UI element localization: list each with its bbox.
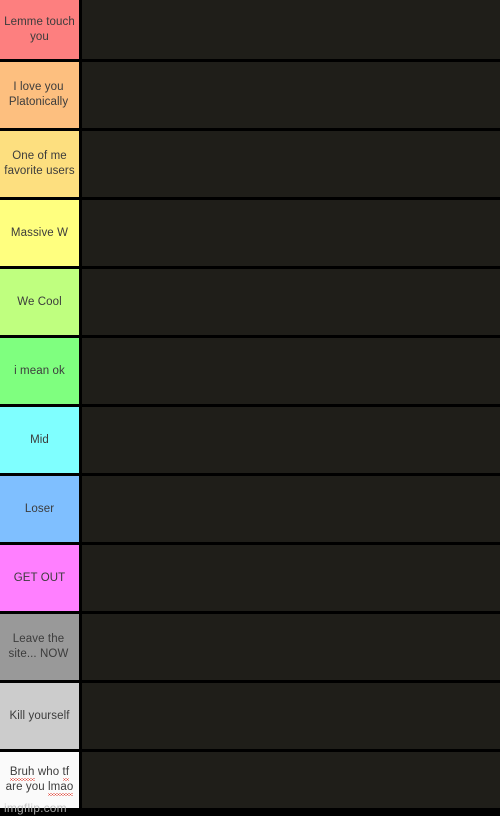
misspelled-word: tf — [62, 766, 70, 781]
tier-label-text: Kill yourself — [9, 709, 69, 724]
tier-row: Lemme touch you — [0, 0, 500, 62]
tier-row: Kill yourself — [0, 683, 500, 752]
tier-label-1[interactable]: Lemme touch you — [0, 0, 82, 59]
tier-drop-zone-7[interactable] — [82, 407, 500, 473]
tier-row: Leave the site... NOW — [0, 614, 500, 683]
tier-label-line: are you lmao — [5, 781, 74, 796]
tier-label-text: Bruh who tf are you lmao — [5, 765, 74, 796]
tier-label-text: I love you Platonically — [9, 80, 68, 110]
tier-row: Massive W — [0, 200, 500, 269]
tier-label-text: Loser — [25, 502, 54, 517]
tier-label-7[interactable]: Mid — [0, 407, 82, 473]
tier-label-text: Leave the site... NOW — [9, 632, 69, 662]
tier-list: Lemme touch you I love you Platonically One … — [0, 0, 500, 816]
misspelled-word: lmao — [48, 781, 74, 796]
tier-drop-zone-5[interactable] — [82, 269, 500, 335]
tier-drop-zone-1[interactable] — [82, 0, 500, 59]
tier-drop-zone-3[interactable] — [82, 131, 500, 197]
misspelled-word: Bruh — [9, 766, 35, 781]
tier-row: We Cool — [0, 269, 500, 338]
tier-label-line: Bruh who tf — [9, 766, 70, 781]
tier-label-line: One of me — [12, 150, 67, 162]
tier-label-line: you — [30, 30, 49, 43]
tier-label-2[interactable]: I love you Platonically — [0, 62, 82, 128]
tier-label-text: One of me favorite users — [4, 149, 74, 179]
tier-label-3[interactable]: One of me favorite users — [0, 131, 82, 197]
tier-row: GET OUT — [0, 545, 500, 614]
tier-label-text: Massive W — [11, 226, 68, 241]
tier-label-line: site... NOW — [8, 648, 69, 660]
tier-row: i mean ok — [0, 338, 500, 407]
tier-label-11[interactable]: Kill yourself — [0, 683, 82, 749]
tier-label-text: We Cool — [17, 295, 62, 310]
tier-label-text: Lemme touch you — [4, 15, 75, 45]
tier-drop-zone-2[interactable] — [82, 62, 500, 128]
tier-drop-zone-9[interactable] — [82, 545, 500, 611]
tier-label-10[interactable]: Leave the site... NOW — [0, 614, 82, 680]
tier-drop-zone-4[interactable] — [82, 200, 500, 266]
tier-label-line: Massive W — [10, 226, 69, 239]
tier-label-line: favorite users — [4, 165, 75, 177]
tier-drop-zone-10[interactable] — [82, 614, 500, 680]
tier-row: I love you Platonically — [0, 62, 500, 131]
tier-label-6[interactable]: i mean ok — [0, 338, 82, 404]
tier-row: One of me favorite users — [0, 131, 500, 200]
tier-row: Loser — [0, 476, 500, 545]
tier-label-text: i mean ok — [14, 364, 65, 379]
tier-label-line: Platonically — [8, 96, 69, 108]
tier-row: Bruh who tf are you lmao — [0, 752, 500, 811]
tier-drop-zone-6[interactable] — [82, 338, 500, 404]
tier-label-line: I love you — [13, 81, 64, 93]
tier-label-line: Mid — [30, 433, 49, 446]
tier-drop-zone-12[interactable] — [82, 752, 500, 808]
tier-label-line: Kill yourself — [9, 709, 70, 722]
tier-label-line: Lemme touch — [4, 15, 75, 28]
tier-label-line: i mean ok — [14, 364, 65, 377]
tier-row: Mid — [0, 407, 500, 476]
tier-label-8[interactable]: Loser — [0, 476, 82, 542]
tier-label-4[interactable]: Massive W — [0, 200, 82, 266]
tier-label-5[interactable]: We Cool — [0, 269, 82, 335]
tier-label-text: Mid — [30, 433, 49, 448]
tier-label-line: GET OUT — [13, 571, 66, 584]
tier-label-line: Loser — [24, 502, 55, 515]
tier-label-text: GET OUT — [14, 571, 66, 586]
tier-drop-zone-11[interactable] — [82, 683, 500, 749]
tier-label-9[interactable]: GET OUT — [0, 545, 82, 611]
tier-label-line: We Cool — [17, 295, 62, 308]
tier-label-line: Leave the — [12, 633, 65, 645]
tier-drop-zone-8[interactable] — [82, 476, 500, 542]
tier-label-12[interactable]: Bruh who tf are you lmao — [0, 752, 82, 808]
